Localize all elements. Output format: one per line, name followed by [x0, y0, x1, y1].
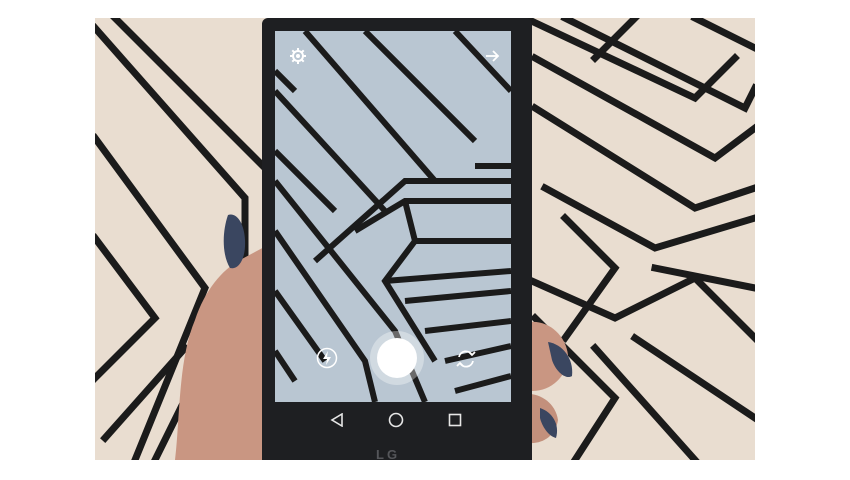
arrow-right-icon[interactable] [484, 48, 500, 64]
recents-square-icon[interactable] [448, 413, 462, 427]
device-brand-logo: LG [376, 447, 401, 462]
gear-icon[interactable] [290, 48, 306, 64]
camera-switch-icon[interactable] [455, 348, 477, 370]
shutter-button[interactable] [377, 338, 417, 378]
home-circle-icon[interactable] [388, 412, 404, 428]
back-triangle-icon[interactable] [330, 413, 344, 427]
flash-icon[interactable] [316, 347, 338, 369]
